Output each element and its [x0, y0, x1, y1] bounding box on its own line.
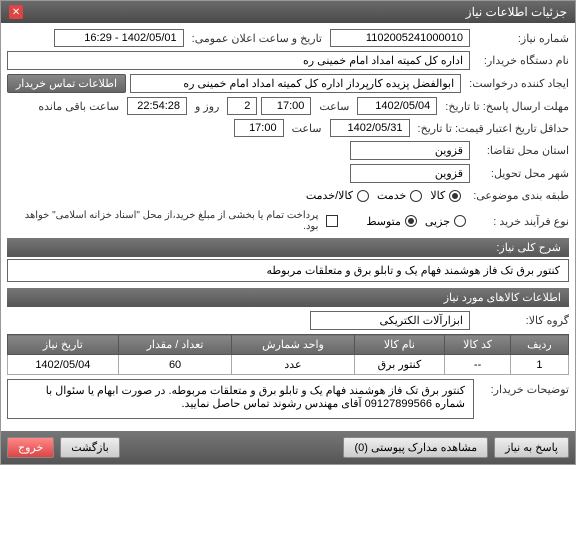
- group-label: گروه کالا:: [474, 314, 569, 327]
- buyer-note-box: کنتور برق تک فاز هوشمند فهام یک و تابلو …: [7, 379, 474, 419]
- validity-date-field: 1402/05/31: [330, 119, 410, 137]
- radio-icon: [449, 190, 461, 202]
- validity-time-field: 17:00: [234, 119, 284, 137]
- radio-icon: [405, 215, 417, 227]
- info-header: اطلاعات کالاهای مورد نیاز: [7, 288, 569, 307]
- remaining-field: 22:54:28: [127, 97, 187, 115]
- group-field: ابزارآلات الکتریکی: [310, 311, 470, 330]
- respond-button[interactable]: پاسخ به نیاز: [494, 437, 569, 458]
- back-button[interactable]: بازگشت: [60, 437, 120, 458]
- time-label-1: ساعت: [315, 100, 353, 113]
- deadline-label: مهلت ارسال پاسخ: تا تاریخ:: [441, 100, 569, 113]
- items-table: ردیف کد کالا نام کالا واحد شمارش تعداد /…: [7, 334, 569, 375]
- category-label: طبقه بندی موضوعی:: [469, 189, 569, 202]
- th-date: تاریخ نیاز: [8, 335, 119, 355]
- announce-label: تاریخ و ساعت اعلان عمومی:: [188, 32, 326, 45]
- radio-goods[interactable]: کالا: [430, 189, 461, 202]
- th-unit: واحد شمارش: [232, 335, 354, 355]
- desc-box: کنتور برق تک فاز هوشمند فهام یک و تابلو …: [7, 259, 569, 282]
- creator-field: ابوالفضل پزیده کارپرداز اداره کل کمیته ا…: [130, 74, 461, 93]
- validity-label: حداقل تاریخ اعتبار قیمت: تا تاریخ:: [414, 122, 569, 135]
- purchase-label: نوع فرآیند خرید :: [474, 215, 569, 228]
- radio-icon: [410, 190, 422, 202]
- contact-button[interactable]: اطلاعات تماس خریدار: [7, 74, 126, 93]
- creator-label: ایجاد کننده درخواست:: [465, 77, 569, 90]
- window: جزئیات اطلاعات نیاز ✕ شماره نیاز: 110200…: [0, 0, 576, 465]
- radio-icon: [454, 215, 466, 227]
- loc-req-field: قزوین: [350, 141, 470, 160]
- deadline-time-field: 17:00: [261, 97, 311, 115]
- announce-field: 1402/05/01 - 16:29: [54, 29, 184, 47]
- desc-header: شرح کلی نیاز:: [7, 238, 569, 257]
- table-row[interactable]: 1 -- کنتور برق عدد 60 1402/05/04: [8, 355, 569, 375]
- cell-date: 1402/05/04: [8, 355, 119, 375]
- radio-service-label: خدمت: [377, 189, 406, 202]
- remaining-label: ساعت باقی مانده: [34, 100, 123, 113]
- radio-both-label: کالا/خدمت: [306, 189, 353, 202]
- exit-button[interactable]: خروج: [7, 437, 54, 458]
- loc-del-label: شهر محل تحویل:: [474, 167, 569, 180]
- loc-req-label: استان محل تقاضا:: [474, 144, 569, 157]
- payment-checkbox[interactable]: [326, 215, 338, 227]
- content: شماره نیاز: 1102005241000010 تاریخ و ساع…: [1, 23, 575, 425]
- footer: پاسخ به نیاز مشاهده مدارک پیوستی (0) باز…: [1, 431, 575, 464]
- org-field: اداره کل کمیته امداد امام خمینی ره: [7, 51, 470, 70]
- payment-note: پرداخت تمام یا بخشی از مبلغ خرید،از محل …: [7, 210, 318, 232]
- days-field: 2: [227, 97, 257, 115]
- radio-goods-label: کالا: [430, 189, 445, 202]
- days-label: روز و: [191, 100, 223, 113]
- loc-del-field: قزوین: [350, 164, 470, 183]
- need-no-field: 1102005241000010: [330, 29, 470, 47]
- deadline-date-field: 1402/05/04: [357, 97, 437, 115]
- org-label: نام دستگاه خریدار:: [474, 54, 569, 67]
- radio-icon: [357, 190, 369, 202]
- cell-qty: 60: [118, 355, 232, 375]
- window-title: جزئیات اطلاعات نیاز: [466, 5, 567, 19]
- radio-both[interactable]: کالا/خدمت: [306, 189, 369, 202]
- radio-medium-label: متوسط: [366, 215, 401, 228]
- th-name: نام کالا: [354, 335, 445, 355]
- th-idx: ردیف: [510, 335, 568, 355]
- radio-small[interactable]: جزیی: [425, 215, 466, 228]
- table-header-row: ردیف کد کالا نام کالا واحد شمارش تعداد /…: [8, 335, 569, 355]
- time-label-2: ساعت: [288, 122, 326, 135]
- attachments-button[interactable]: مشاهده مدارک پیوستی (0): [343, 437, 488, 458]
- cell-idx: 1: [510, 355, 568, 375]
- radio-service[interactable]: خدمت: [377, 189, 422, 202]
- title-bar: جزئیات اطلاعات نیاز ✕: [1, 1, 575, 23]
- buyer-note-label: توضیحات خریدار:: [474, 379, 569, 419]
- radio-small-label: جزیی: [425, 215, 450, 228]
- cell-name: کنتور برق: [354, 355, 445, 375]
- cell-code: --: [445, 355, 511, 375]
- radio-medium[interactable]: متوسط: [366, 215, 417, 228]
- th-code: کد کالا: [445, 335, 511, 355]
- need-no-label: شماره نیاز:: [474, 32, 569, 45]
- cell-unit: عدد: [232, 355, 354, 375]
- th-qty: تعداد / مقدار: [118, 335, 232, 355]
- close-icon[interactable]: ✕: [9, 5, 23, 19]
